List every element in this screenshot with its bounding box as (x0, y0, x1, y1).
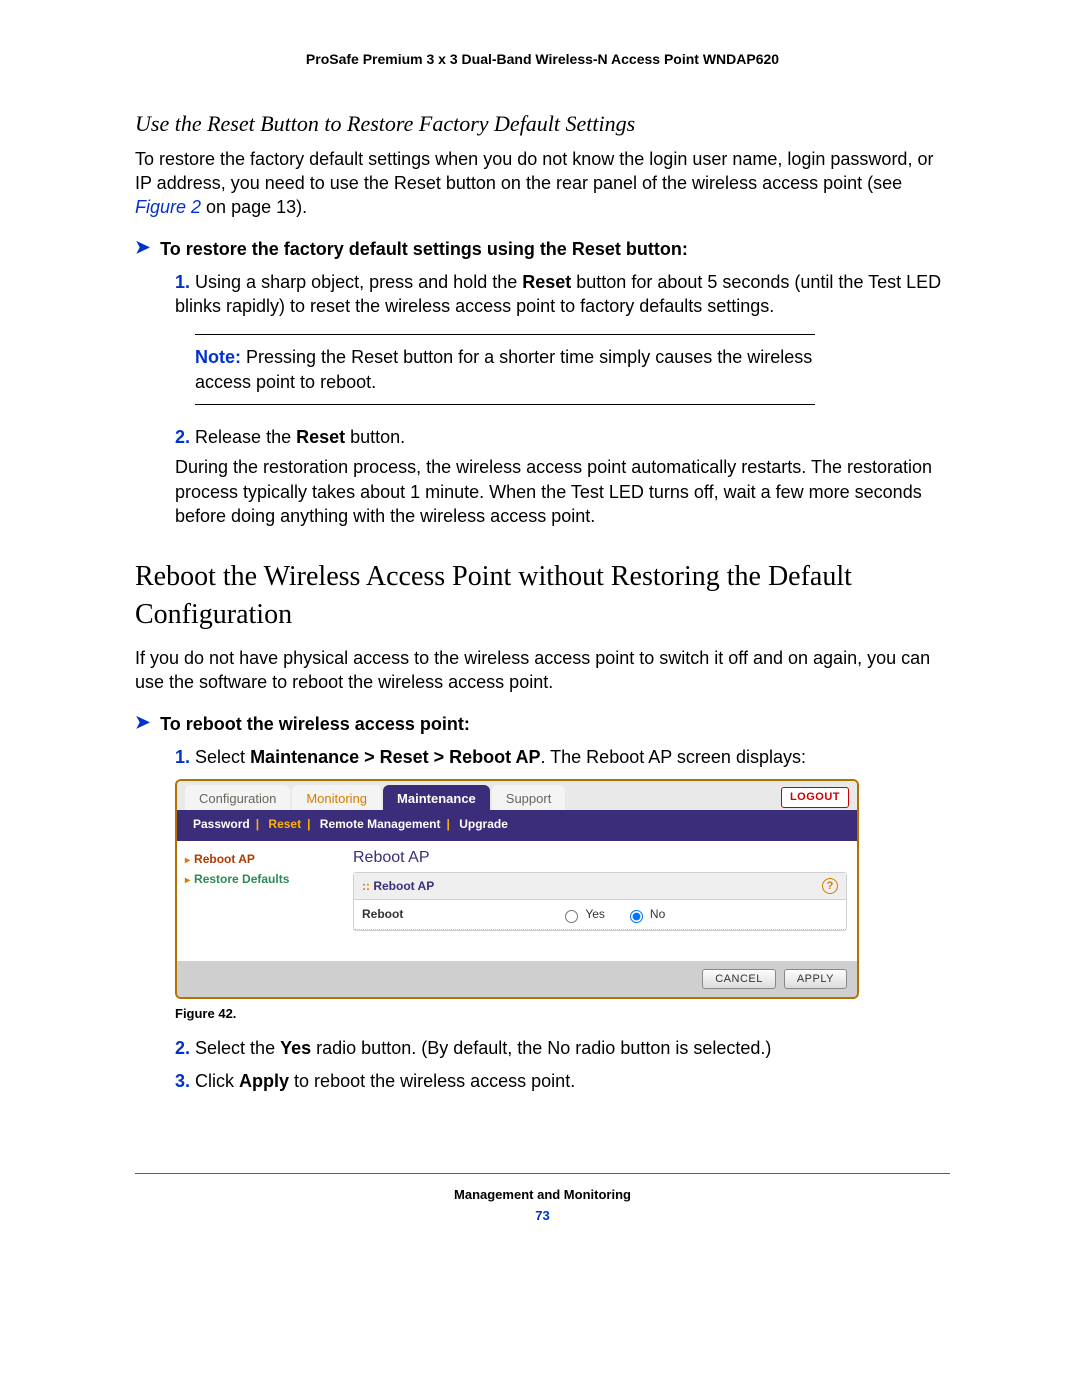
help-icon[interactable]: ? (822, 878, 838, 894)
note-box: Note: Pressing the Reset button for a sh… (195, 334, 815, 405)
figure-caption: Figure 42. (175, 1005, 950, 1023)
tab-configuration[interactable]: Configuration (185, 785, 290, 811)
panel-header: :: Reboot AP ? (354, 873, 846, 900)
subnav-reset[interactable]: Reset (262, 817, 307, 831)
panel-reboot-ap: :: Reboot AP ? Reboot Yes No (353, 872, 847, 930)
sub-nav: Password| Reset| Remote Management| Upgr… (177, 810, 857, 840)
step-item: 2. Release the Reset button. During the … (175, 425, 950, 528)
intro-paragraph: To restore the factory default settings … (135, 147, 950, 220)
arrow-icon: ➤ (135, 712, 150, 734)
sidebar-item-reboot-ap[interactable]: ▸Reboot AP (185, 851, 345, 868)
steps-list-reset-cont: 2. Release the Reset button. During the … (135, 425, 950, 528)
tab-support[interactable]: Support (492, 785, 566, 811)
step-item: 2. Select the Yes radio button. (By defa… (175, 1036, 950, 1060)
footer-rule (135, 1173, 950, 1174)
subnav-remote-management[interactable]: Remote Management (314, 817, 447, 831)
ui-screenshot: Configuration Monitoring Maintenance Sup… (175, 779, 859, 999)
row-label: Reboot (362, 906, 560, 922)
panel-row-reboot: Reboot Yes No (354, 900, 846, 929)
figure-link[interactable]: Figure 2 (135, 197, 201, 217)
procedure-heading-reboot: ➤ To reboot the wireless access point: (135, 712, 950, 736)
steps-list-reboot-cont: 2. Select the Yes radio button. (By defa… (135, 1036, 950, 1093)
sidebar-item-restore-defaults[interactable]: ▸Restore Defaults (185, 871, 345, 888)
step-item: 1. Using a sharp object, press and hold … (175, 270, 950, 319)
steps-list-reboot: 1. Select Maintenance > Reset > Reboot A… (135, 745, 950, 769)
page-number: 73 (135, 1207, 950, 1225)
content-title: Reboot AP (353, 847, 847, 869)
footer-title: Management and Monitoring (135, 1186, 950, 1204)
section-title-reboot: Reboot the Wireless Access Point without… (135, 558, 950, 634)
tab-monitoring[interactable]: Monitoring (292, 785, 381, 811)
tab-bar: Configuration Monitoring Maintenance Sup… (177, 781, 857, 811)
caret-icon: ▸ (185, 875, 190, 886)
content-pane: Reboot AP :: Reboot AP ? Reboot Yes (353, 841, 857, 961)
logout-button[interactable]: LOGOUT (781, 787, 849, 808)
intro-paragraph-reboot: If you do not have physical access to th… (135, 646, 950, 695)
apply-button[interactable]: APPLY (784, 969, 847, 989)
step-item: 1. Select Maintenance > Reset > Reboot A… (175, 745, 950, 769)
page-footer: Management and Monitoring 73 (135, 1173, 950, 1225)
sidebar: ▸Reboot AP ▸Restore Defaults (177, 841, 353, 961)
step-number: 2. (175, 427, 190, 447)
caret-icon: ▸ (185, 855, 190, 866)
running-header: ProSafe Premium 3 x 3 Dual-Band Wireless… (135, 50, 950, 69)
step-number: 1. (175, 747, 190, 767)
radio-no-input[interactable] (630, 910, 643, 923)
steps-list-reset: 1. Using a sharp object, press and hold … (135, 270, 950, 319)
procedure-heading-reset: ➤ To restore the factory default setting… (135, 237, 950, 261)
tab-maintenance[interactable]: Maintenance (383, 785, 490, 811)
document-page: ProSafe Premium 3 x 3 Dual-Band Wireless… (0, 0, 1080, 1397)
arrow-icon: ➤ (135, 237, 150, 259)
radio-no[interactable]: No (625, 906, 665, 922)
radio-yes[interactable]: Yes (560, 906, 605, 922)
note-body: Pressing the Reset button for a shorter … (195, 347, 812, 391)
subnav-password[interactable]: Password (187, 817, 256, 831)
step-paragraph: During the restoration process, the wire… (175, 455, 950, 528)
note-label: Note: (195, 347, 241, 367)
radio-yes-input[interactable] (565, 910, 578, 923)
ui-body: ▸Reboot AP ▸Restore Defaults Reboot AP :… (177, 841, 857, 961)
ui-footer: CANCEL APPLY (177, 961, 857, 997)
step-item: 3. Click Apply to reboot the wireless ac… (175, 1069, 950, 1093)
step-number: 3. (175, 1071, 190, 1091)
subnav-upgrade[interactable]: Upgrade (453, 817, 514, 831)
step-number: 1. (175, 272, 190, 292)
radio-group: Yes No (560, 906, 838, 922)
step-number: 2. (175, 1038, 190, 1058)
section-title-reset-button: Use the Reset Button to Restore Factory … (135, 109, 950, 139)
cancel-button[interactable]: CANCEL (702, 969, 776, 989)
